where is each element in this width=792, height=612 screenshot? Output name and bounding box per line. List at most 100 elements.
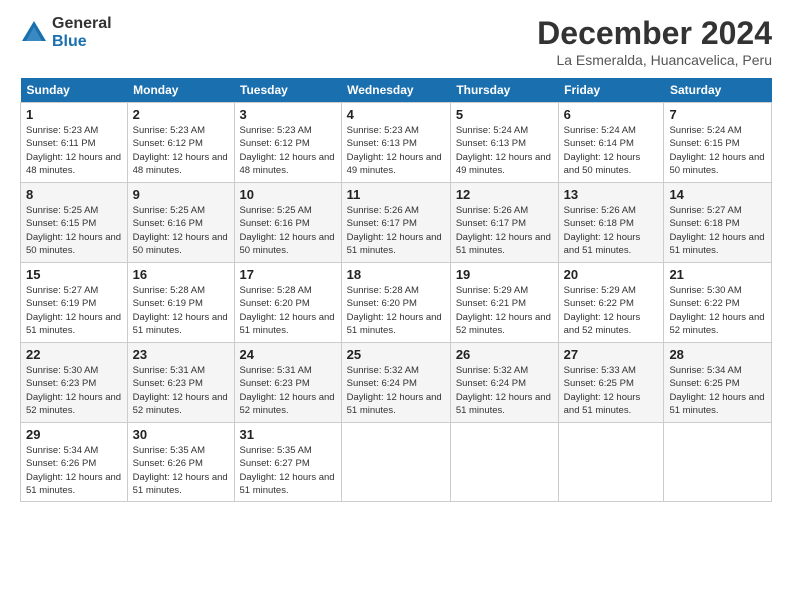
day-number: 17 — [240, 267, 336, 282]
day-number: 26 — [456, 347, 553, 362]
calendar-cell: 1 Sunrise: 5:23 AM Sunset: 6:11 PM Daylig… — [21, 103, 128, 183]
day-info: Sunrise: 5:23 AM Sunset: 6:12 PM Dayligh… — [133, 124, 229, 177]
day-info: Sunrise: 5:25 AM Sunset: 6:16 PM Dayligh… — [133, 204, 229, 257]
header: General Blue December 2024 La Esmeralda,… — [20, 15, 772, 68]
calendar-cell: 24 Sunrise: 5:31 AM Sunset: 6:23 PM Dayli… — [234, 343, 341, 423]
calendar-cell: 23 Sunrise: 5:31 AM Sunset: 6:23 PM Dayli… — [127, 343, 234, 423]
calendar-cell: 21 Sunrise: 5:30 AM Sunset: 6:22 PM Dayli… — [664, 263, 772, 343]
day-number: 25 — [347, 347, 445, 362]
calendar-cell: 7Sunrise: 5:24 AM Sunset: 6:15 PM Daylig… — [664, 103, 772, 183]
calendar-cell: 27Sunrise: 5:33 AM Sunset: 6:25 PM Dayli… — [558, 343, 664, 423]
main-title: December 2024 — [537, 15, 772, 52]
day-info: Sunrise: 5:23 AM Sunset: 6:12 PM Dayligh… — [240, 124, 336, 177]
day-number: 7 — [669, 107, 766, 122]
calendar-cell: 30 Sunrise: 5:35 AM Sunset: 6:26 PM Dayli… — [127, 423, 234, 502]
day-info: Sunrise: 5:23 AM Sunset: 6:13 PM Dayligh… — [347, 124, 445, 177]
calendar-table: Sunday Monday Tuesday Wednesday Thursday… — [20, 78, 772, 502]
day-number: 8 — [26, 187, 122, 202]
calendar-cell: 18 Sunrise: 5:28 AM Sunset: 6:20 PM Dayli… — [341, 263, 450, 343]
calendar-cell: 3 Sunrise: 5:23 AM Sunset: 6:12 PM Daylig… — [234, 103, 341, 183]
calendar-cell: 14 Sunrise: 5:27 AM Sunset: 6:18 PM Dayli… — [664, 183, 772, 263]
subtitle: La Esmeralda, Huancavelica, Peru — [537, 52, 772, 68]
day-number: 30 — [133, 427, 229, 442]
day-info: Sunrise: 5:35 AM Sunset: 6:26 PM Dayligh… — [133, 444, 229, 497]
day-number: 12 — [456, 187, 553, 202]
header-sunday: Sunday — [21, 78, 128, 103]
calendar-header-row: Sunday Monday Tuesday Wednesday Thursday… — [21, 78, 772, 103]
logo-blue: Blue — [52, 33, 112, 51]
day-info: Sunrise: 5:31 AM Sunset: 6:23 PM Dayligh… — [240, 364, 336, 417]
day-number: 3 — [240, 107, 336, 122]
day-info: Sunrise: 5:29 AM Sunset: 6:22 PM Dayligh… — [564, 284, 659, 337]
day-number: 20 — [564, 267, 659, 282]
day-number: 5 — [456, 107, 553, 122]
calendar-cell: 15 Sunrise: 5:27 AM Sunset: 6:19 PM Dayli… — [21, 263, 128, 343]
day-number: 15 — [26, 267, 122, 282]
day-info: Sunrise: 5:31 AM Sunset: 6:23 PM Dayligh… — [133, 364, 229, 417]
day-info: Sunrise: 5:29 AM Sunset: 6:21 PM Dayligh… — [456, 284, 553, 337]
calendar-cell: 8 Sunrise: 5:25 AM Sunset: 6:15 PM Daylig… — [21, 183, 128, 263]
day-info: Sunrise: 5:28 AM Sunset: 6:20 PM Dayligh… — [347, 284, 445, 337]
day-info: Sunrise: 5:34 AM Sunset: 6:25 PM Dayligh… — [669, 364, 766, 417]
calendar-cell: 5 Sunrise: 5:24 AM Sunset: 6:13 PM Daylig… — [450, 103, 558, 183]
day-info: Sunrise: 5:30 AM Sunset: 6:22 PM Dayligh… — [669, 284, 766, 337]
day-info: Sunrise: 5:28 AM Sunset: 6:20 PM Dayligh… — [240, 284, 336, 337]
day-info: Sunrise: 5:25 AM Sunset: 6:15 PM Dayligh… — [26, 204, 122, 257]
title-section: December 2024 La Esmeralda, Huancavelica… — [537, 15, 772, 68]
calendar-cell: 2Sunrise: 5:23 AM Sunset: 6:12 PM Daylig… — [127, 103, 234, 183]
day-info: Sunrise: 5:27 AM Sunset: 6:19 PM Dayligh… — [26, 284, 122, 337]
day-number: 11 — [347, 187, 445, 202]
day-number: 13 — [564, 187, 659, 202]
day-info: Sunrise: 5:33 AM Sunset: 6:25 PM Dayligh… — [564, 364, 659, 417]
calendar-cell: 28 Sunrise: 5:34 AM Sunset: 6:25 PM Dayli… — [664, 343, 772, 423]
day-number: 23 — [133, 347, 229, 362]
header-saturday: Saturday — [664, 78, 772, 103]
calendar-cell: 13 Sunrise: 5:26 AM Sunset: 6:18 PM Dayli… — [558, 183, 664, 263]
logo: General Blue — [20, 15, 112, 50]
calendar-cell: 11Sunrise: 5:26 AM Sunset: 6:17 PM Dayli… — [341, 183, 450, 263]
day-info: Sunrise: 5:27 AM Sunset: 6:18 PM Dayligh… — [669, 204, 766, 257]
calendar-cell: 16Sunrise: 5:28 AM Sunset: 6:19 PM Dayli… — [127, 263, 234, 343]
day-number: 14 — [669, 187, 766, 202]
calendar-cell: 6Sunrise: 5:24 AM Sunset: 6:14 PM Daylig… — [558, 103, 664, 183]
calendar-cell: 17 Sunrise: 5:28 AM Sunset: 6:20 PM Dayli… — [234, 263, 341, 343]
day-info: Sunrise: 5:26 AM Sunset: 6:17 PM Dayligh… — [456, 204, 553, 257]
day-number: 10 — [240, 187, 336, 202]
header-thursday: Thursday — [450, 78, 558, 103]
day-number: 18 — [347, 267, 445, 282]
calendar-cell: 9Sunrise: 5:25 AM Sunset: 6:16 PM Daylig… — [127, 183, 234, 263]
calendar-cell — [558, 423, 664, 502]
day-info: Sunrise: 5:35 AM Sunset: 6:27 PM Dayligh… — [240, 444, 336, 497]
day-number: 19 — [456, 267, 553, 282]
day-info: Sunrise: 5:32 AM Sunset: 6:24 PM Dayligh… — [347, 364, 445, 417]
day-info: Sunrise: 5:34 AM Sunset: 6:26 PM Dayligh… — [26, 444, 122, 497]
logo-general: General — [52, 15, 112, 33]
header-tuesday: Tuesday — [234, 78, 341, 103]
day-number: 1 — [26, 107, 122, 122]
day-number: 21 — [669, 267, 766, 282]
calendar-cell: 19 Sunrise: 5:29 AM Sunset: 6:21 PM Dayli… — [450, 263, 558, 343]
calendar-cell: 29Sunrise: 5:34 AM Sunset: 6:26 PM Dayli… — [21, 423, 128, 502]
day-info: Sunrise: 5:32 AM Sunset: 6:24 PM Dayligh… — [456, 364, 553, 417]
calendar-cell: 31Sunrise: 5:35 AM Sunset: 6:27 PM Dayli… — [234, 423, 341, 502]
logo-text: General Blue — [52, 15, 112, 50]
day-info: Sunrise: 5:23 AM Sunset: 6:11 PM Dayligh… — [26, 124, 122, 177]
day-number: 28 — [669, 347, 766, 362]
day-info: Sunrise: 5:28 AM Sunset: 6:19 PM Dayligh… — [133, 284, 229, 337]
calendar-cell: 10Sunrise: 5:25 AM Sunset: 6:16 PM Dayli… — [234, 183, 341, 263]
calendar-cell — [341, 423, 450, 502]
header-monday: Monday — [127, 78, 234, 103]
calendar-cell: 20 Sunrise: 5:29 AM Sunset: 6:22 PM Dayli… — [558, 263, 664, 343]
day-number: 22 — [26, 347, 122, 362]
day-info: Sunrise: 5:26 AM Sunset: 6:18 PM Dayligh… — [564, 204, 659, 257]
header-wednesday: Wednesday — [341, 78, 450, 103]
calendar-cell — [664, 423, 772, 502]
calendar-cell: 26 Sunrise: 5:32 AM Sunset: 6:24 PM Dayli… — [450, 343, 558, 423]
calendar-cell: 22 Sunrise: 5:30 AM Sunset: 6:23 PM Dayli… — [21, 343, 128, 423]
day-number: 24 — [240, 347, 336, 362]
logo-icon — [20, 19, 48, 47]
calendar-cell: 4Sunrise: 5:23 AM Sunset: 6:13 PM Daylig… — [341, 103, 450, 183]
day-info: Sunrise: 5:30 AM Sunset: 6:23 PM Dayligh… — [26, 364, 122, 417]
day-number: 6 — [564, 107, 659, 122]
day-info: Sunrise: 5:24 AM Sunset: 6:13 PM Dayligh… — [456, 124, 553, 177]
